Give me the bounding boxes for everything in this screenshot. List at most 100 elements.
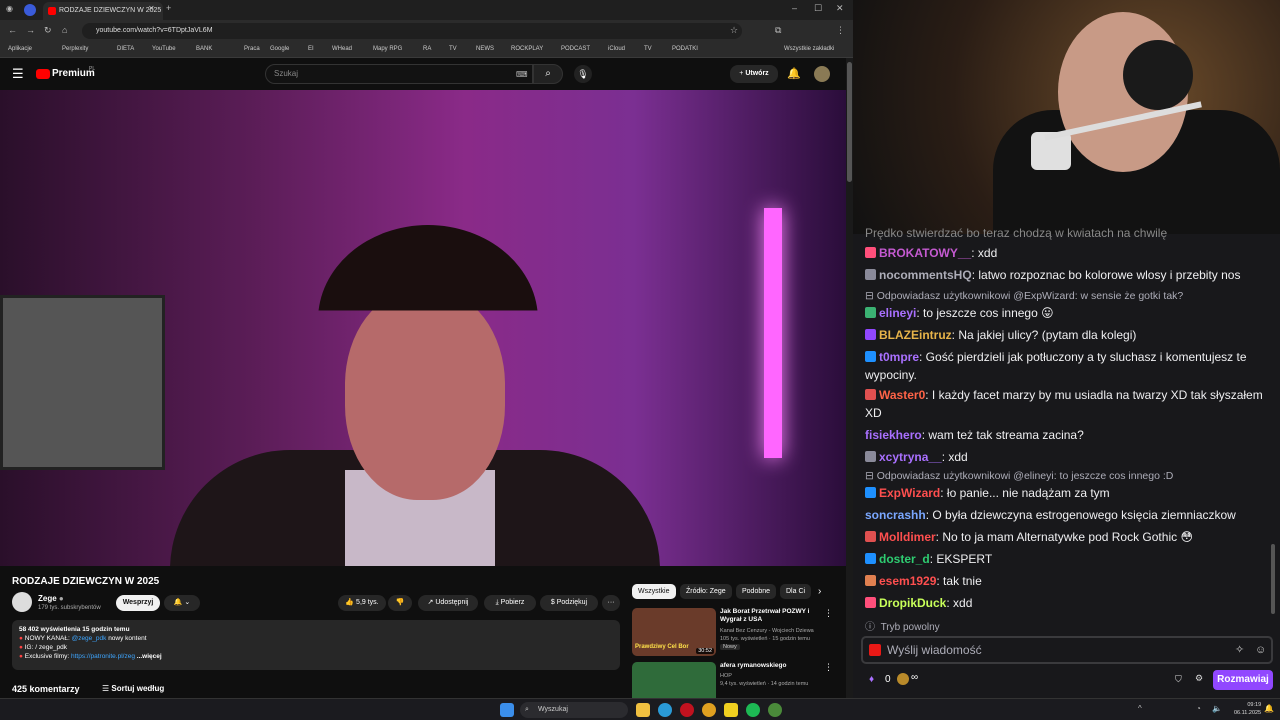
scrollbar-thumb[interactable]: [847, 62, 852, 182]
recommendation-thumbnail[interactable]: [632, 662, 716, 698]
chat-username[interactable]: nocommentsHQ: [879, 268, 972, 282]
maximize-icon[interactable]: ☐: [814, 3, 822, 14]
chat-input[interactable]: Wyślij wiadomość ✧ ☺: [861, 636, 1273, 664]
download-button[interactable]: ⤓ Pobierz: [484, 595, 536, 611]
tab-close-icon[interactable]: ✕: [148, 4, 155, 13]
recommendation-menu-icon[interactable]: ⋮: [824, 662, 833, 673]
video-description[interactable]: 58 402 wyświetlenia 15 godzin temu ● NOW…: [12, 620, 620, 670]
bookmark-item[interactable]: BANK: [196, 46, 212, 52]
bookmark-item[interactable]: TV: [644, 46, 652, 52]
youtube-logo-icon[interactable]: [36, 69, 50, 79]
url-input[interactable]: youtube.com/watch?v=6TDptJaVL6M: [82, 23, 742, 39]
search-input[interactable]: Szukaj: [265, 64, 533, 84]
like-button[interactable]: 👍 5,9 tys.: [338, 595, 386, 611]
tray-chevron-icon[interactable]: ^: [1138, 704, 1142, 713]
bookmark-item[interactable]: PODCAST: [561, 46, 590, 52]
subscribed-bell-button[interactable]: 🔔 ⌄: [164, 595, 200, 611]
search-button[interactable]: ⌕: [533, 64, 563, 84]
chat-ai-icon[interactable]: ✧: [1235, 638, 1244, 662]
bookmark-item[interactable]: YouTube: [152, 46, 176, 52]
profile-icon[interactable]: [24, 4, 36, 16]
reload-icon[interactable]: ↻: [44, 25, 52, 36]
channel-avatar[interactable]: [12, 592, 32, 612]
hamburger-menu-icon[interactable]: ☰: [12, 66, 24, 82]
new-tab-icon[interactable]: +: [166, 3, 171, 13]
more-actions-button[interactable]: ···: [602, 595, 620, 611]
dislike-button[interactable]: 👎: [388, 595, 412, 611]
back-icon[interactable]: ←: [8, 25, 17, 35]
chat-badge-icon[interactable]: [865, 329, 876, 340]
chat-badge-icon[interactable]: [865, 269, 876, 280]
edge-icon[interactable]: [658, 703, 672, 717]
close-window-icon[interactable]: ✕: [836, 3, 844, 14]
chat-username[interactable]: soncrashh: [865, 508, 926, 522]
chat-badge-icon[interactable]: [865, 575, 876, 586]
recommendation-thumbnail[interactable]: Prawdziwy Cel Bor 30:52: [632, 608, 716, 656]
channel-name[interactable]: Zege ●: [38, 594, 64, 603]
spotify-icon[interactable]: [746, 703, 760, 717]
chat-settings-gear-icon[interactable]: ⚙: [1195, 673, 1203, 684]
chat-username[interactable]: esem1929: [879, 574, 936, 588]
chat-username[interactable]: BLAZEintruz: [879, 328, 952, 342]
bookmark-item[interactable]: Praca: [244, 46, 260, 52]
voice-search-icon[interactable]: 🎙: [574, 65, 592, 83]
chat-badge-icon[interactable]: [865, 451, 876, 462]
bookmark-item[interactable]: EI: [308, 46, 314, 52]
recommendation-menu-icon[interactable]: ⋮: [824, 608, 833, 619]
chat-badge-icon[interactable]: [865, 487, 876, 498]
bookmark-item[interactable]: Google: [270, 46, 289, 52]
bookmark-item[interactable]: Perplexity: [62, 46, 88, 52]
chat-username[interactable]: t0mpre: [879, 350, 919, 364]
chat-username[interactable]: elineyi: [879, 306, 916, 320]
bookmark-item[interactable]: Aplikacje: [8, 46, 32, 52]
taskbar-clock[interactable]: 09:19 06.11.2025: [1234, 701, 1261, 717]
emote-picker-icon[interactable]: ☺: [1255, 638, 1266, 662]
chip-3[interactable]: Dla Ci: [780, 584, 812, 599]
chat-badge-icon[interactable]: [865, 389, 876, 400]
bookmark-item[interactable]: DIETA: [117, 46, 134, 52]
chat-send-button[interactable]: Rozmawiaj: [1213, 670, 1273, 690]
points-avatar[interactable]: [897, 673, 909, 685]
volume-icon[interactable]: 🔈: [1212, 704, 1222, 713]
chat-badge-icon[interactable]: [865, 531, 876, 542]
notes-icon[interactable]: [724, 703, 738, 717]
chat-username[interactable]: xcytryna__: [879, 450, 942, 464]
extensions-icon[interactable]: ⧉: [775, 25, 781, 36]
minimize-icon[interactable]: –: [792, 3, 797, 13]
chat-username[interactable]: Molldimer: [879, 530, 936, 544]
network-icon[interactable]: ◔: [1196, 704, 1201, 713]
bookmark-item[interactable]: iCloud: [608, 46, 625, 52]
chat-badge-icon[interactable]: [865, 351, 876, 362]
file-explorer-icon[interactable]: [636, 703, 650, 717]
recommendation-item[interactable]: afera rymanowskiego HOP 9,4 tys. wyświet…: [632, 662, 842, 698]
chip-2[interactable]: Podobne: [736, 584, 777, 599]
thanks-button[interactable]: $ Podziękuj: [540, 595, 598, 611]
bookmark-item[interactable]: Mapy RPG: [373, 46, 402, 52]
account-avatar[interactable]: [814, 66, 830, 82]
bookmark-item[interactable]: RA: [423, 46, 431, 52]
bookmark-item[interactable]: TV: [449, 46, 457, 52]
keyboard-icon[interactable]: ⌨: [516, 70, 528, 79]
video-player[interactable]: [0, 90, 846, 566]
chat-badge-icon[interactable]: [865, 247, 876, 258]
chat-username[interactable]: Waster0: [879, 388, 925, 402]
chip-0[interactable]: Wszystkie: [632, 584, 676, 599]
chat-username[interactable]: doster_d: [879, 552, 930, 566]
all-bookmarks-button[interactable]: Wszystkie zakładki: [784, 46, 834, 52]
notifications-bell-icon[interactable]: 🔔: [787, 67, 801, 80]
page-scrollbar[interactable]: [846, 58, 853, 698]
shield-icon[interactable]: ⛉: [1175, 674, 1182, 685]
tab-search-icon[interactable]: ◉: [6, 4, 13, 13]
sort-comments-button[interactable]: ☰ Sortuj według: [102, 684, 164, 693]
chat-username[interactable]: fisiekhero: [865, 428, 922, 442]
chip-next-chevron-icon[interactable]: ›: [818, 586, 821, 597]
chrome-active-icon[interactable]: [768, 703, 782, 717]
menu-dots-icon[interactable]: ⋮: [836, 25, 845, 36]
tab-youtube[interactable]: RODZAJE DZIEWCZYN W 2025: [43, 2, 163, 20]
create-button[interactable]: + Utwórz: [730, 65, 778, 83]
chat-badge-icon[interactable]: [865, 307, 876, 318]
chat-badge-icon[interactable]: [865, 553, 876, 564]
opera-icon[interactable]: [680, 703, 694, 717]
chat-badge-icon[interactable]: [865, 597, 876, 608]
chat-username[interactable]: ExpWizard: [879, 486, 940, 500]
